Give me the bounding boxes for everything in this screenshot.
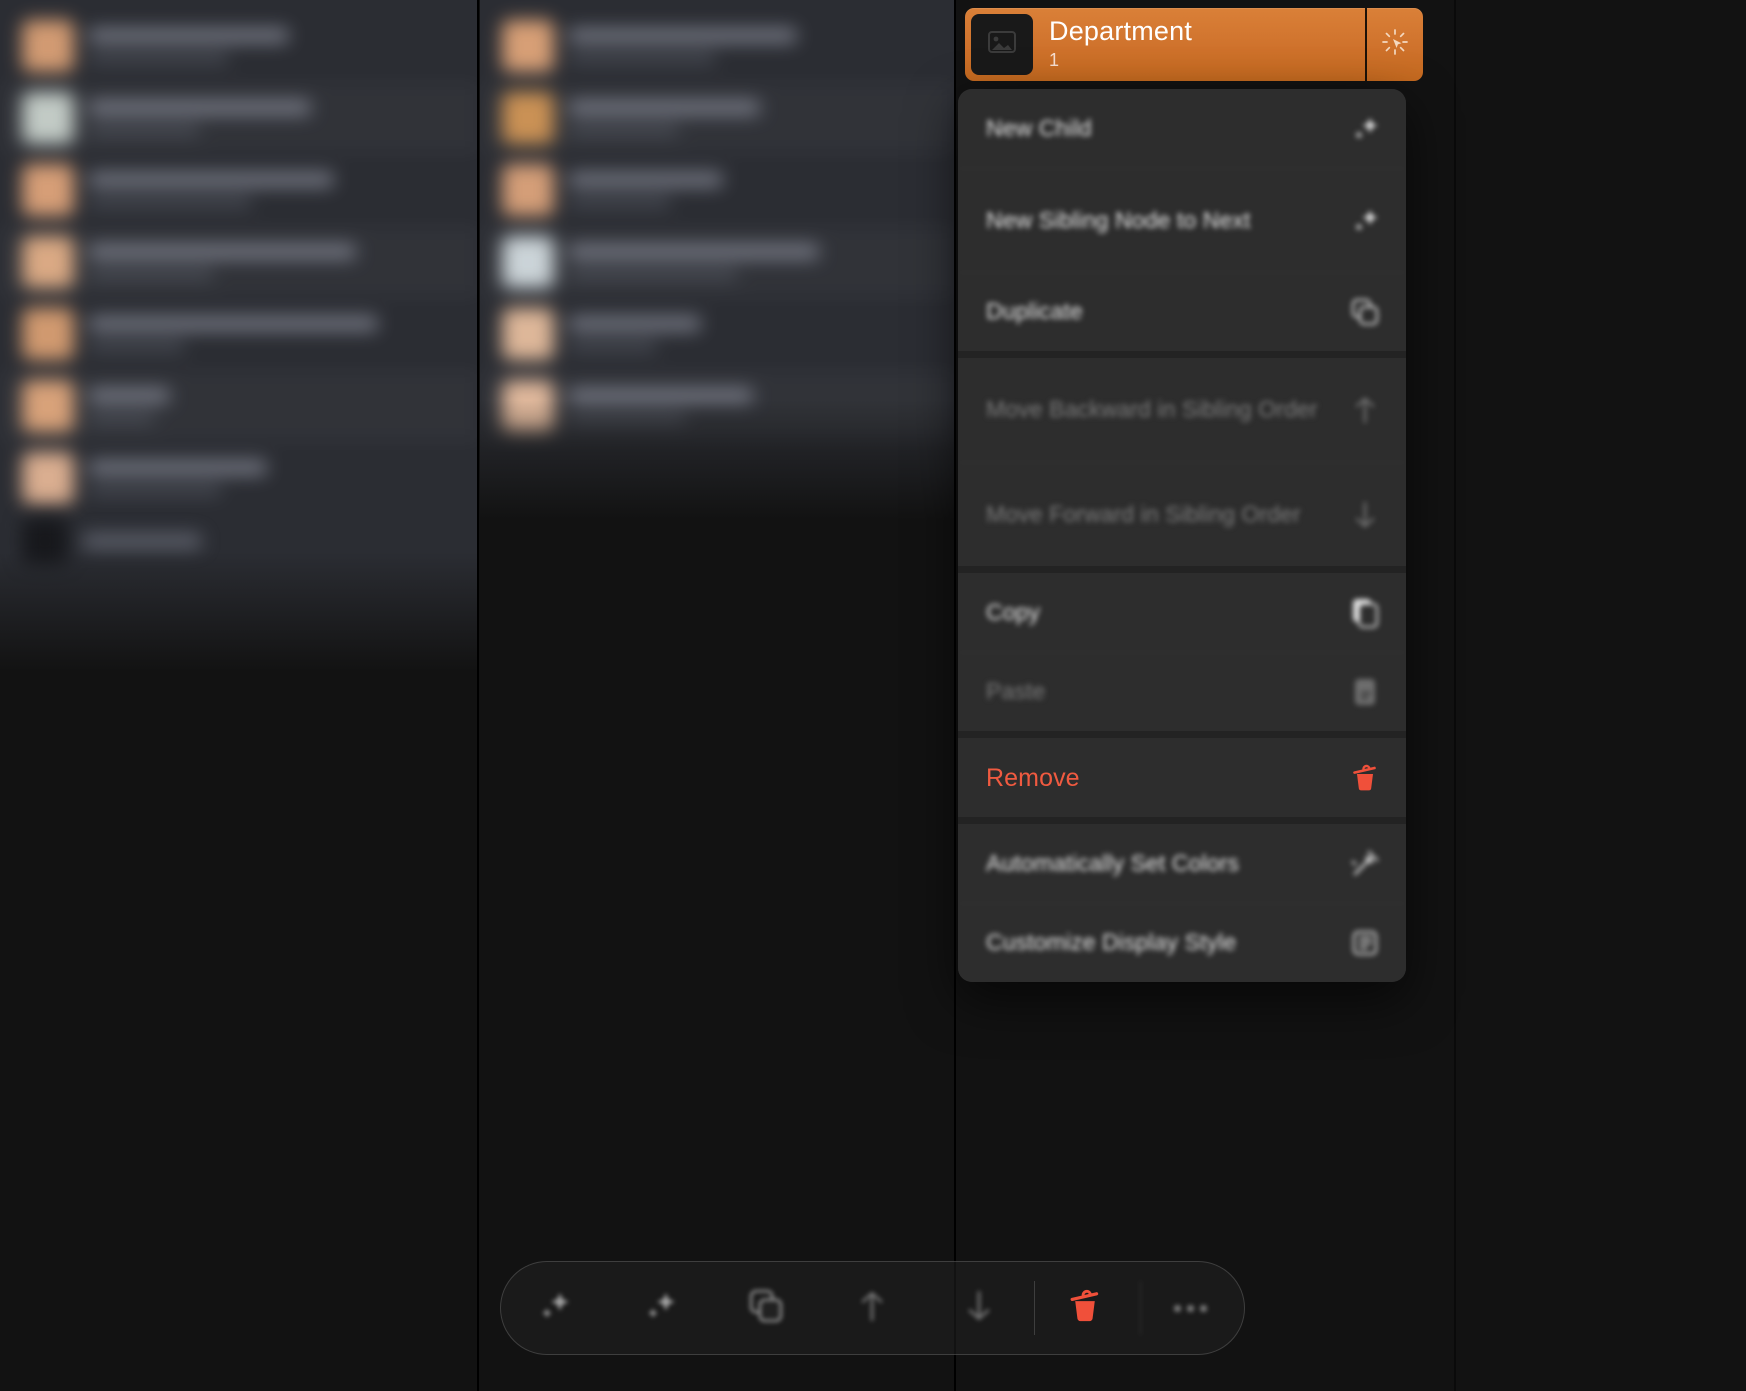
copy-icon [1342, 596, 1388, 630]
avatar [502, 308, 554, 360]
middle-node-list-panel[interactable] [480, 0, 955, 520]
avatar [502, 164, 554, 216]
selected-node-header[interactable]: Department 1 [965, 8, 1423, 81]
menu-group-destructive: Remove [958, 731, 1406, 817]
menu-item-label: New Child [986, 114, 1092, 141]
panel-fade [480, 400, 955, 520]
column-divider [477, 0, 479, 1391]
cursor-click-icon [1380, 27, 1410, 62]
toolbar-more-button[interactable] [1139, 1273, 1234, 1343]
column-divider [954, 0, 956, 1391]
arrow-up-icon [1342, 393, 1388, 427]
node-cursor-button[interactable] [1365, 8, 1423, 81]
avatar [22, 452, 74, 504]
menu-item-label: New Sibling Node to Next [986, 206, 1251, 233]
footer-label [82, 533, 202, 549]
list-item[interactable] [0, 442, 478, 514]
list-item[interactable] [0, 82, 478, 154]
toolbar-new-child-button[interactable] [511, 1273, 597, 1343]
trash-icon [1342, 760, 1388, 796]
menu-item-paste[interactable]: Paste [958, 652, 1406, 731]
list-item[interactable] [0, 154, 478, 226]
arrow-down-icon [1342, 498, 1388, 532]
avatar [22, 92, 74, 144]
menu-item-label: Duplicate [986, 298, 1083, 325]
avatar [22, 380, 74, 432]
node-subtitle: 1 [1049, 50, 1060, 70]
node-thumbnail[interactable] [971, 14, 1033, 75]
menu-item-label: Customize Display Style [986, 929, 1237, 956]
menu-item-new-child[interactable]: New Child [958, 89, 1406, 168]
left-node-list-panel[interactable] [0, 0, 478, 672]
sparkle-sibling-icon [640, 1286, 680, 1331]
list-item[interactable] [480, 82, 955, 154]
display-style-icon [1342, 928, 1388, 958]
avatar [22, 164, 74, 216]
list-item[interactable] [480, 10, 955, 82]
list-item[interactable] [0, 10, 478, 82]
avatar [22, 236, 74, 288]
list-item[interactable] [480, 298, 955, 370]
image-placeholder-icon [987, 29, 1017, 60]
menu-item-duplicate[interactable]: Duplicate [958, 272, 1406, 351]
menu-item-remove[interactable]: Remove [958, 738, 1406, 817]
toolbar-move-forward-button[interactable] [936, 1273, 1022, 1343]
menu-item-automatically-set-colors[interactable]: Automatically Set Colors [958, 824, 1406, 903]
menu-item-move-backward[interactable]: Move Backward in Sibling Order [958, 358, 1406, 462]
list-item[interactable] [0, 298, 478, 370]
toolbar-move-backward-button[interactable] [829, 1273, 915, 1343]
paste-icon [1342, 675, 1388, 709]
toolbar-duplicate-button[interactable] [723, 1273, 809, 1343]
menu-item-label: Automatically Set Colors [986, 849, 1239, 876]
avatar [22, 308, 74, 360]
menu-item-label: Copy [986, 598, 1041, 625]
menu-group-reorder: Move Backward in Sibling Order Move Forw… [958, 351, 1406, 566]
floating-action-toolbar[interactable] [500, 1261, 1245, 1355]
arrow-down-icon [962, 1286, 996, 1331]
list-item[interactable] [480, 154, 955, 226]
menu-group-create: New Child New Sibling Node to Next Dupli… [958, 89, 1406, 351]
menu-group-appearance: Automatically Set Colors Customize Displ… [958, 817, 1406, 982]
menu-item-customize-display-style[interactable]: Customize Display Style [958, 903, 1406, 982]
duplicate-icon [1342, 295, 1388, 329]
avatar [22, 20, 74, 72]
app-canvas: Department 1 New Child New Sibling Node … [0, 0, 1746, 1391]
duplicate-icon [745, 1285, 787, 1332]
avatar [502, 20, 554, 72]
toolbar-remove-button[interactable] [1033, 1273, 1128, 1343]
menu-group-clipboard: Copy Paste [958, 566, 1406, 731]
ellipsis-icon [1174, 1304, 1208, 1312]
sparkle-child-icon [1342, 112, 1388, 146]
sparkle-child-icon [534, 1286, 574, 1331]
arrow-up-icon [855, 1286, 889, 1331]
menu-item-move-forward[interactable]: Move Forward in Sibling Order [958, 462, 1406, 566]
list-item[interactable] [0, 370, 478, 442]
magic-wand-icon [1342, 848, 1388, 880]
left-node-list [0, 0, 478, 514]
menu-item-label: Move Backward in Sibling Order [986, 396, 1318, 423]
node-context-menu[interactable]: New Child New Sibling Node to Next Dupli… [958, 89, 1406, 982]
menu-item-new-sibling-node[interactable]: New Sibling Node to Next [958, 168, 1406, 272]
page-title: Department [1049, 16, 1193, 46]
avatar [502, 92, 554, 144]
menu-item-label: Paste [986, 678, 1046, 705]
menu-item-copy[interactable]: Copy [958, 573, 1406, 652]
list-item[interactable] [0, 226, 478, 298]
avatar [502, 236, 554, 288]
sparkle-sibling-icon [1342, 204, 1388, 238]
trash-icon [1063, 1284, 1107, 1333]
panel-fade [0, 552, 478, 672]
toolbar-new-sibling-button[interactable] [617, 1273, 703, 1343]
menu-item-label: Remove [986, 763, 1080, 792]
list-item[interactable] [480, 226, 955, 298]
column-divider [1454, 0, 1456, 1391]
node-titles: Department 1 [1033, 8, 1365, 81]
menu-item-label: Move Forward in Sibling Order [986, 500, 1301, 527]
middle-node-list [480, 0, 955, 442]
